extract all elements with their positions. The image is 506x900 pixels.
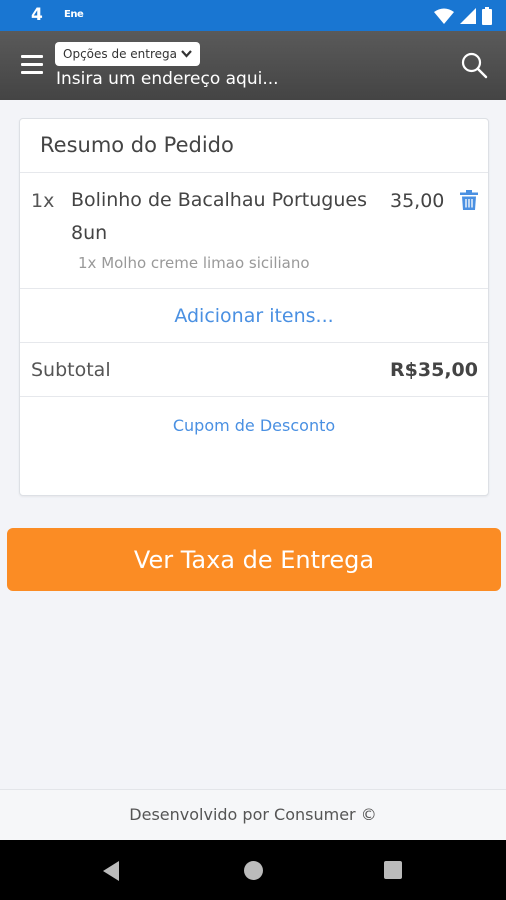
divider xyxy=(20,342,488,343)
divider xyxy=(20,172,488,173)
subtotal-value: R$35,00 xyxy=(390,359,478,381)
divider xyxy=(20,396,488,397)
status-icons xyxy=(434,7,492,25)
search-icon[interactable] xyxy=(460,51,488,79)
status-app-indicator: Ene xyxy=(64,9,84,20)
status-time: 4 xyxy=(31,5,43,25)
chevron-down-icon xyxy=(181,50,192,58)
add-items-link[interactable]: Adicionar itens... xyxy=(20,305,488,327)
wifi-icon xyxy=(434,8,454,24)
signal-icon xyxy=(460,8,476,24)
status-bar: 4 Ene xyxy=(0,0,506,31)
app-header: Opções de entrega Insira um endereço aqu… xyxy=(0,31,506,100)
trash-icon[interactable] xyxy=(460,190,478,210)
address-input[interactable]: Insira um endereço aqui... xyxy=(56,69,279,89)
discount-coupon-link[interactable]: Cupom de Desconto xyxy=(20,416,488,435)
item-quantity: 1x xyxy=(31,190,55,212)
order-summary-title: Resumo do Pedido xyxy=(40,133,234,157)
battery-icon xyxy=(482,7,492,25)
back-icon[interactable] xyxy=(101,860,121,882)
subtotal-label: Subtotal xyxy=(31,359,111,381)
order-summary-card: Resumo do Pedido 1x Bolinho de Bacalhau … xyxy=(19,118,489,496)
divider xyxy=(20,288,488,289)
system-nav-bar xyxy=(0,840,506,900)
delivery-options-label: Opções de entrega xyxy=(63,47,177,61)
home-icon[interactable] xyxy=(244,861,263,880)
item-price: 35,00 xyxy=(390,190,445,212)
footer-credit: Desenvolvido por Consumer © xyxy=(0,789,506,841)
item-name: Bolinho de Bacalhau Portugues 8un xyxy=(71,189,367,244)
item-option: 1x Molho creme limao siciliano xyxy=(78,254,310,272)
recents-icon[interactable] xyxy=(384,861,402,879)
delivery-options-dropdown[interactable]: Opções de entrega xyxy=(55,42,200,66)
view-delivery-fee-button[interactable]: Ver Taxa de Entrega xyxy=(7,528,501,591)
menu-icon[interactable] xyxy=(21,55,43,75)
